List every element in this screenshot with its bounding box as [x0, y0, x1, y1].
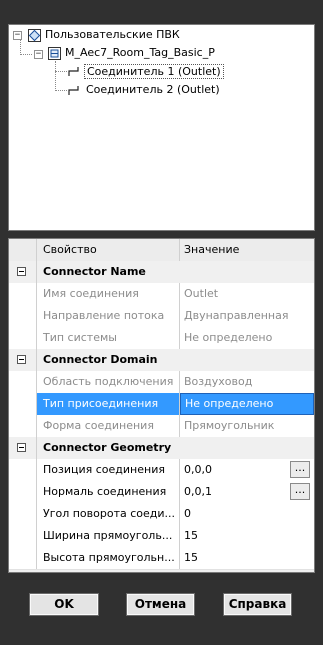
header-property[interactable]: Свойство: [37, 239, 180, 261]
property-row[interactable]: Направление потока Двунаправленная: [9, 305, 314, 328]
user-families-icon: [28, 29, 41, 42]
property-name: Область подключения: [37, 371, 180, 393]
tree-node-root-label: Пользовательские ПВК: [45, 28, 180, 41]
collapse-toggle[interactable]: [17, 443, 26, 452]
property-value-text: Не определено: [185, 397, 274, 410]
property-row[interactable]: Тип присоединения Не определено: [9, 393, 314, 416]
property-value-text: 15: [184, 551, 198, 564]
tree-line: [55, 90, 67, 91]
property-value[interactable]: 15: [180, 547, 314, 569]
property-row[interactable]: Позиция соединения 0,0,0...: [9, 459, 314, 482]
property-value-text: Outlet: [184, 287, 219, 300]
property-value: Двунаправленная: [180, 305, 314, 327]
tree-line: [20, 54, 32, 55]
property-row[interactable]: Угол поворота соеди... 0: [9, 503, 314, 526]
property-row[interactable]: Высота прямоугольн... 15: [9, 547, 314, 570]
property-name: Имя соединения: [37, 283, 180, 305]
property-value-text: 0,0,1: [184, 485, 212, 498]
property-value[interactable]: 0: [180, 503, 314, 525]
property-value-text: 0,0,0: [184, 463, 212, 476]
property-value-text: Воздуховод: [184, 375, 253, 388]
tree-line: [55, 71, 67, 72]
ok-button[interactable]: OK: [29, 593, 99, 616]
tree-line: [20, 39, 21, 53]
property-value-text: Не определено: [184, 331, 273, 344]
property-value-text: Прямоугольник: [184, 419, 275, 432]
property-value[interactable]: 0,0,0...: [180, 459, 314, 481]
connector-tree[interactable]: − Пользовательские ПВК − M_Aec7_Room_Tag…: [8, 24, 315, 231]
property-name: Направление потока: [37, 305, 180, 327]
family-icon: [48, 47, 61, 60]
property-value[interactable]: Не определено: [180, 393, 314, 415]
browse-button[interactable]: ...: [290, 461, 310, 478]
property-name: Нормаль соединения: [37, 481, 180, 503]
tree-line: [55, 61, 56, 91]
category-row[interactable]: Connector Name: [9, 261, 314, 284]
property-name: Позиция соединения: [37, 459, 180, 481]
browse-button[interactable]: ...: [290, 483, 310, 500]
property-value: Не определено: [180, 327, 314, 349]
property-row[interactable]: Форма соединения Прямоугольник: [9, 415, 314, 438]
category-row[interactable]: Connector Geometry: [9, 437, 314, 460]
collapse-toggle[interactable]: [17, 267, 26, 276]
property-row[interactable]: Область подключения Воздуховод: [9, 371, 314, 394]
tree-node-connector-1-label: Соединитель 1 (Outlet): [84, 64, 224, 79]
grid-header: Свойство Значение: [9, 239, 314, 262]
property-value: Воздуховод: [180, 371, 314, 393]
property-row[interactable]: Ширина прямоуголь... 15: [9, 525, 314, 548]
tree-node-family-label: M_Aec7_Room_Tag_Basic_P: [65, 46, 215, 59]
property-value-text: Двунаправленная: [184, 309, 289, 322]
property-row[interactable]: Нормаль соединения 0,0,1...: [9, 481, 314, 504]
property-name: Высота прямоугольн...: [37, 547, 180, 569]
property-grid[interactable]: Свойство Значение Connector Name Имя соед…: [8, 238, 315, 573]
property-name: Тип присоединения: [37, 393, 180, 415]
property-value-text: 15: [184, 529, 198, 542]
family-collapse-toggle[interactable]: −: [34, 50, 43, 59]
category-row[interactable]: Connector Domain: [9, 349, 314, 372]
connector-icon: [68, 86, 79, 95]
property-row[interactable]: Имя соединения Outlet: [9, 283, 314, 306]
help-button[interactable]: Справка: [223, 593, 292, 616]
property-name: Ширина прямоуголь...: [37, 525, 180, 547]
property-value-text: 0: [184, 507, 191, 520]
root-collapse-toggle[interactable]: −: [13, 31, 22, 40]
property-value[interactable]: 0,0,1...: [180, 481, 314, 503]
connector-icon: [68, 67, 79, 76]
property-value: Outlet: [180, 283, 314, 305]
property-value: Прямоугольник: [180, 415, 314, 437]
property-name: Тип системы: [37, 327, 180, 349]
cancel-button[interactable]: Отмена: [126, 593, 195, 616]
property-row[interactable]: Тип системы Не определено: [9, 327, 314, 350]
property-value[interactable]: 15: [180, 525, 314, 547]
property-name: Угол поворота соеди...: [37, 503, 180, 525]
collapse-toggle[interactable]: [17, 355, 26, 364]
property-name: Форма соединения: [37, 415, 180, 437]
header-value[interactable]: Значение: [180, 239, 314, 261]
tree-node-connector-2-label: Соединитель 2 (Outlet): [86, 83, 220, 96]
